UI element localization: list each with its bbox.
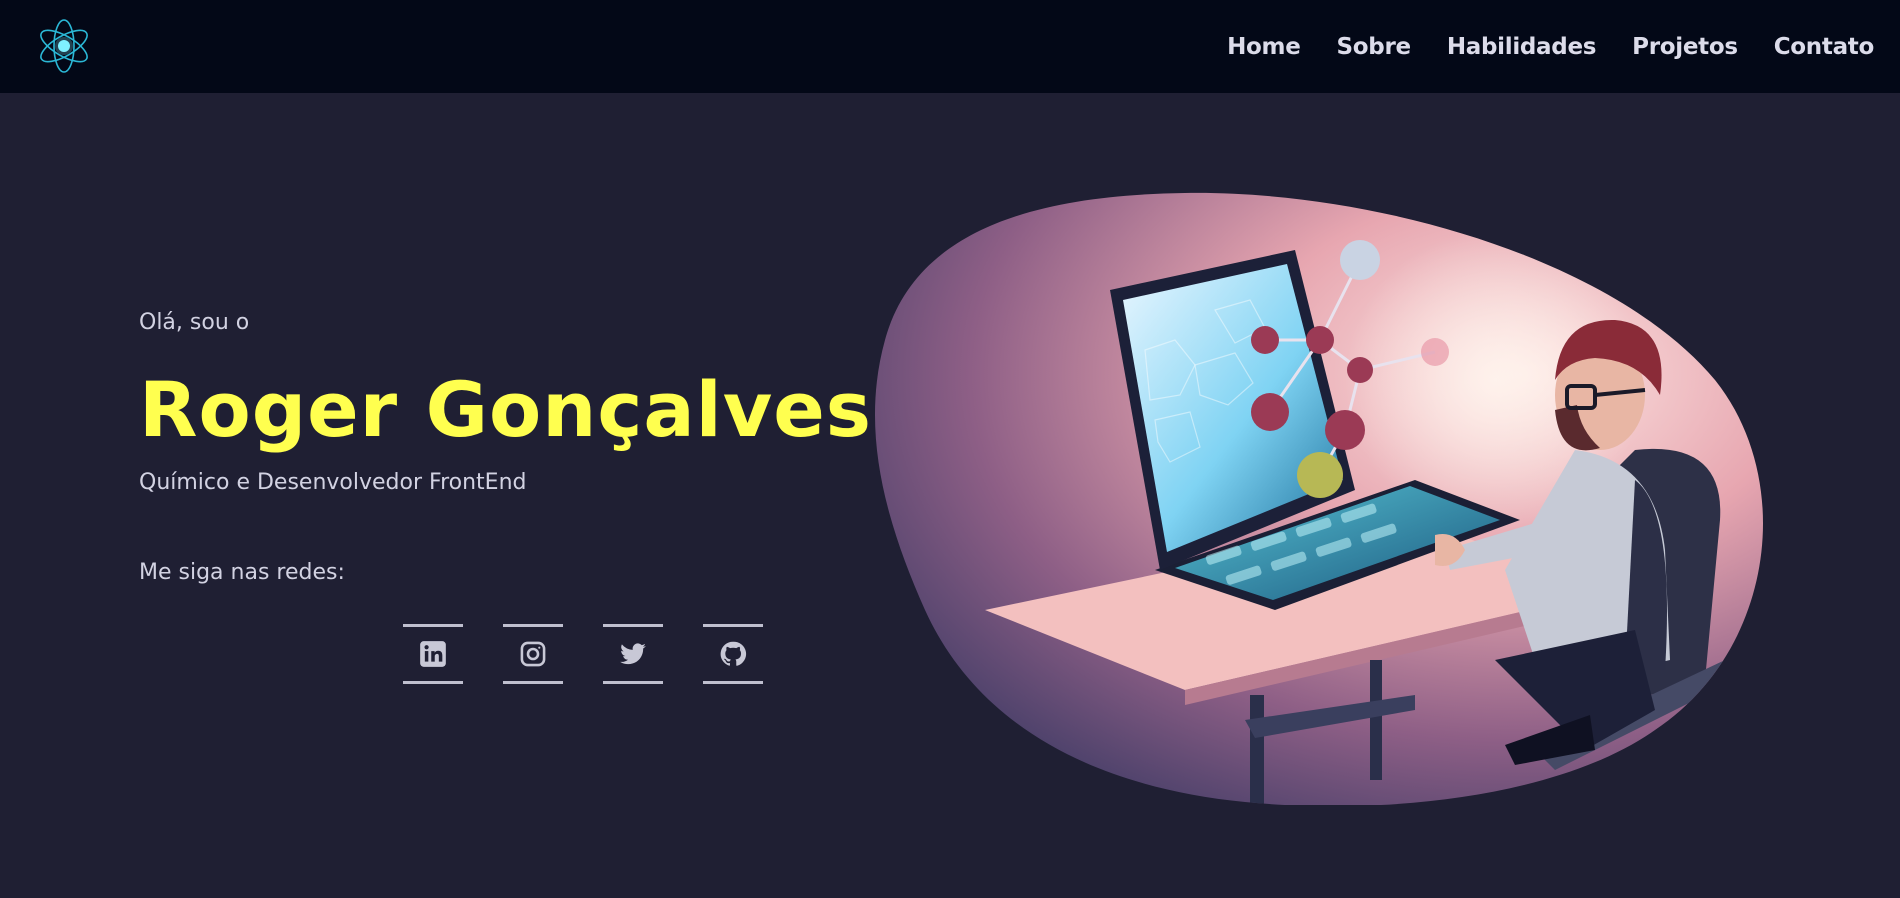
hero-greeting: Olá, sou o	[139, 310, 250, 335]
linkedin-icon	[420, 641, 446, 667]
follow-label: Me siga nas redes:	[139, 560, 345, 585]
linkedin-button[interactable]	[403, 624, 463, 684]
nav-link-habilidades[interactable]: Habilidades	[1447, 34, 1597, 60]
github-icon	[720, 641, 747, 666]
twitter-button[interactable]	[603, 624, 663, 684]
hero-illustration	[874, 192, 1763, 805]
hero-role: Químico e Desenvolvedor FrontEnd	[139, 470, 527, 495]
instagram-icon	[520, 641, 546, 667]
nav-link-contato[interactable]: Contato	[1774, 34, 1875, 60]
navbar: Home Sobre Habilidades Projetos Contato	[0, 0, 1900, 93]
hero-name: Roger Gonçalves	[139, 365, 873, 454]
github-button[interactable]	[703, 624, 763, 684]
atom-logo-icon[interactable]	[34, 16, 94, 76]
nav-link-home[interactable]: Home	[1227, 34, 1301, 60]
instagram-button[interactable]	[503, 624, 563, 684]
nav-link-sobre[interactable]: Sobre	[1337, 34, 1412, 60]
main-nav: Home Sobre Habilidades Projetos Contato	[1227, 0, 1874, 93]
social-links	[403, 624, 763, 684]
nav-link-projetos[interactable]: Projetos	[1632, 34, 1738, 60]
twitter-icon	[620, 643, 646, 665]
